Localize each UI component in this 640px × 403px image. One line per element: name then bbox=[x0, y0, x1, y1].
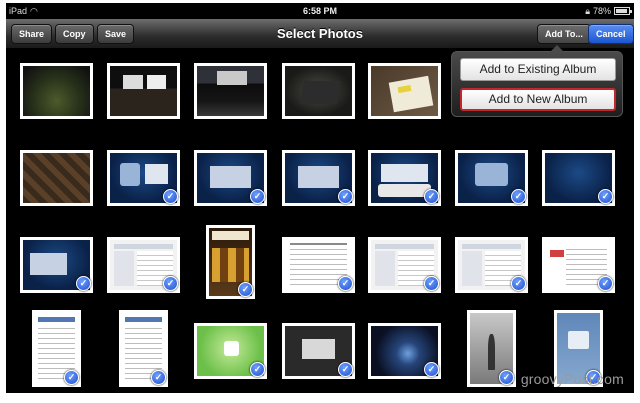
photo-thumbnail[interactable]: ✓ bbox=[194, 150, 267, 206]
selected-checkmark-icon: ✓ bbox=[338, 189, 353, 204]
photo-thumbnail[interactable]: ✓ bbox=[119, 310, 168, 387]
photo-thumbnail[interactable] bbox=[107, 63, 180, 119]
lock-icon: 🔒︎ bbox=[585, 6, 590, 16]
photo-thumbnail[interactable]: ✓ bbox=[455, 237, 528, 293]
battery-percent: 78% bbox=[592, 6, 611, 16]
photo-thumbnail[interactable]: ✓ bbox=[194, 323, 267, 379]
selected-checkmark-icon: ✓ bbox=[151, 370, 166, 385]
photo-thumbnail[interactable]: ✓ bbox=[467, 310, 516, 387]
photo-thumbnail[interactable] bbox=[282, 63, 355, 119]
photo-thumbnail[interactable]: ✓ bbox=[282, 237, 355, 293]
photo-thumbnail[interactable]: ✓ bbox=[20, 237, 93, 293]
photo-thumbnail[interactable]: ✓ bbox=[542, 237, 615, 293]
selected-checkmark-icon: ✓ bbox=[250, 362, 265, 377]
status-time: 6:58 PM bbox=[302, 6, 337, 16]
photo-thumbnail[interactable] bbox=[194, 63, 267, 119]
selected-checkmark-icon: ✓ bbox=[64, 370, 79, 385]
photo-thumbnail[interactable]: ✓ bbox=[282, 150, 355, 206]
selected-checkmark-icon: ✓ bbox=[598, 189, 613, 204]
photo-thumbnail[interactable]: ✓ bbox=[107, 237, 180, 293]
photo-thumbnail[interactable]: ✓ bbox=[107, 150, 180, 206]
selected-checkmark-icon: ✓ bbox=[424, 189, 439, 204]
photo-thumbnail[interactable]: ✓ bbox=[282, 323, 355, 379]
selected-checkmark-icon: ✓ bbox=[424, 362, 439, 377]
selected-checkmark-icon: ✓ bbox=[424, 276, 439, 291]
photo-thumbnail[interactable]: ✓ bbox=[368, 323, 441, 379]
selected-checkmark-icon: ✓ bbox=[76, 276, 91, 291]
selected-checkmark-icon: ✓ bbox=[499, 370, 514, 385]
photo-thumbnail[interactable]: ✓ bbox=[368, 237, 441, 293]
photo-thumbnail[interactable] bbox=[20, 150, 93, 206]
photo-thumbnail[interactable]: ✓ bbox=[542, 150, 615, 206]
photo-thumbnail[interactable]: ✓ bbox=[455, 150, 528, 206]
photo-thumbnail[interactable] bbox=[20, 63, 93, 119]
watermark: groovyPost.com bbox=[520, 371, 624, 387]
status-bar: iPad ◠ 6:58 PM 🔒︎ 78% bbox=[6, 3, 634, 19]
cancel-button[interactable]: Cancel bbox=[588, 24, 634, 44]
ipad-screen: iPad ◠ 6:58 PM 🔒︎ 78% Share Copy Save Se… bbox=[6, 3, 634, 393]
photo-thumbnail[interactable] bbox=[368, 63, 441, 119]
add-to-button[interactable]: Add To... bbox=[537, 24, 591, 44]
selected-checkmark-icon: ✓ bbox=[163, 189, 178, 204]
photo-thumbnail[interactable]: ✓ bbox=[206, 225, 255, 299]
add-to-new-album-button[interactable]: Add to New Album bbox=[460, 88, 616, 111]
selected-checkmark-icon: ✓ bbox=[511, 189, 526, 204]
selected-checkmark-icon: ✓ bbox=[338, 362, 353, 377]
selected-checkmark-icon: ✓ bbox=[238, 282, 253, 297]
selected-checkmark-icon: ✓ bbox=[598, 276, 613, 291]
photo-thumbnail[interactable]: ✓ bbox=[368, 150, 441, 206]
navigation-bar: Share Copy Save Select Photos Add To... … bbox=[6, 19, 634, 49]
add-to-existing-album-button[interactable]: Add to Existing Album bbox=[460, 58, 616, 81]
selected-checkmark-icon: ✓ bbox=[250, 189, 265, 204]
selected-checkmark-icon: ✓ bbox=[338, 276, 353, 291]
battery-icon bbox=[614, 7, 632, 15]
selected-checkmark-icon: ✓ bbox=[511, 276, 526, 291]
selected-checkmark-icon: ✓ bbox=[163, 276, 178, 291]
add-to-popover: Add to Existing Album Add to New Album bbox=[451, 45, 623, 117]
photo-thumbnail[interactable]: ✓ bbox=[32, 310, 81, 387]
